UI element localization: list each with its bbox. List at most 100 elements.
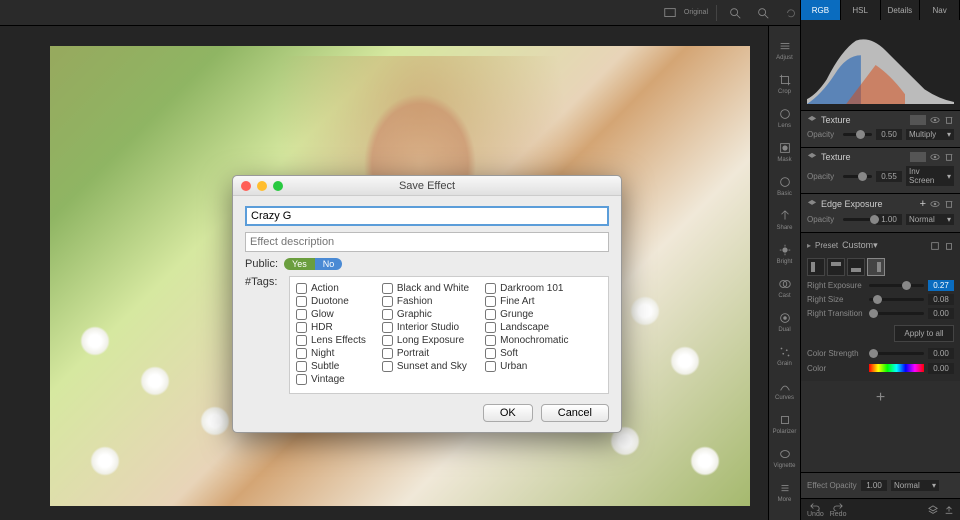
tag-checkbox[interactable]: HDR: [296, 322, 366, 333]
tag-checkbox[interactable]: Graphic: [382, 309, 469, 320]
right-transition-slider[interactable]: [869, 312, 924, 315]
preset-block: ▸ Preset Custom▾ Right Exposure0.27 Righ…: [801, 232, 960, 381]
texture-layer-2: Texture Opacity 0.55 Inv Screen▾: [801, 147, 960, 193]
edge-exposure-layer: Edge Exposure + Opacity 1.00 Normal▾: [801, 193, 960, 232]
trash-icon[interactable]: [944, 152, 954, 162]
edge-right[interactable]: [867, 258, 885, 276]
rail-vignette[interactable]: Vignette: [771, 442, 799, 474]
rail-basic[interactable]: Basic: [771, 170, 799, 202]
texture-thumb[interactable]: [910, 152, 926, 162]
blend-select[interactable]: Normal▾: [906, 214, 954, 225]
tag-checkbox[interactable]: Portrait: [382, 348, 469, 359]
eye-icon[interactable]: [930, 152, 940, 162]
color-strength-slider[interactable]: [869, 352, 924, 355]
rail-crop[interactable]: Crop: [771, 68, 799, 100]
apply-all-button[interactable]: Apply to all: [894, 325, 954, 342]
tag-checkbox[interactable]: Subtle: [296, 361, 366, 372]
rail-curves[interactable]: Curves: [771, 374, 799, 406]
panel-tabs: RGB HSL Details Nav: [801, 0, 960, 20]
right-panel: RGB HSL Details Nav Texture Opacity 0.50…: [800, 0, 960, 520]
tag-checkbox[interactable]: Landscape: [485, 322, 568, 333]
tag-checkbox[interactable]: Fine Art: [485, 296, 568, 307]
trash-icon[interactable]: [944, 199, 954, 209]
blend-select[interactable]: Inv Screen▾: [906, 166, 954, 186]
opacity-slider[interactable]: [843, 133, 872, 136]
rail-more[interactable]: More: [771, 476, 799, 508]
public-toggle[interactable]: Yes No: [284, 258, 342, 270]
effect-blend-select[interactable]: Normal▾: [891, 480, 939, 491]
rail-grain[interactable]: Grain: [771, 340, 799, 372]
opacity-slider[interactable]: [843, 218, 872, 221]
edge-top[interactable]: [827, 258, 845, 276]
edge-left[interactable]: [807, 258, 825, 276]
rail-lens[interactable]: Lens: [771, 102, 799, 134]
tag-checkbox[interactable]: Long Exposure: [382, 335, 469, 346]
rail-dual[interactable]: Dual: [771, 306, 799, 338]
tag-checkbox[interactable]: Action: [296, 283, 366, 294]
opacity-slider[interactable]: [843, 175, 872, 178]
add-icon[interactable]: +: [920, 198, 926, 210]
effect-name-input[interactable]: [245, 206, 609, 226]
rail-bright[interactable]: Bright: [771, 238, 799, 270]
tab-hsl[interactable]: HSL: [841, 0, 881, 20]
tool-rail: Adjust Crop Lens Mask Basic Share Bright…: [768, 26, 800, 520]
dialog-title: Save Effect: [233, 180, 621, 192]
undo-button[interactable]: Undo: [807, 501, 824, 518]
trash-icon[interactable]: [944, 241, 954, 251]
cancel-button[interactable]: Cancel: [541, 404, 609, 422]
rail-mask[interactable]: Mask: [771, 136, 799, 168]
tag-checkbox[interactable]: Soft: [485, 348, 568, 359]
layer-title: Texture: [821, 115, 851, 125]
rail-cast[interactable]: Cast: [771, 272, 799, 304]
rail-share[interactable]: Share: [771, 204, 799, 236]
save-effect-dialog: Save Effect Public: Yes No #Tags: Action…: [232, 175, 622, 433]
tag-checkbox[interactable]: Grunge: [485, 309, 568, 320]
layer-title: Edge Exposure: [821, 199, 883, 209]
tag-checkbox[interactable]: Sunset and Sky: [382, 361, 469, 372]
tab-details[interactable]: Details: [881, 0, 921, 20]
right-size-slider[interactable]: [869, 298, 924, 301]
edge-bottom[interactable]: [847, 258, 865, 276]
tag-checkbox[interactable]: Vintage: [296, 374, 366, 385]
edge-side-buttons: [807, 258, 954, 276]
eye-icon[interactable]: [930, 199, 940, 209]
tags-list: Action Duotone Glow HDR Lens Effects Night Sub…: [289, 276, 609, 394]
blend-select[interactable]: Multiply▾: [906, 129, 954, 140]
export-icon[interactable]: [944, 505, 954, 515]
layers-icon: [807, 115, 817, 125]
texture-thumb[interactable]: [910, 115, 926, 125]
tab-nav[interactable]: Nav: [920, 0, 960, 20]
tag-checkbox[interactable]: Fashion: [382, 296, 469, 307]
layers-icon: [807, 152, 817, 162]
preset-select[interactable]: Custom▾: [842, 240, 926, 251]
tag-checkbox[interactable]: Darkroom 101: [485, 283, 568, 294]
tag-checkbox[interactable]: Duotone: [296, 296, 366, 307]
rail-adjust[interactable]: Adjust: [771, 34, 799, 66]
tag-checkbox[interactable]: Monochromatic: [485, 335, 568, 346]
add-effect-button[interactable]: +: [801, 381, 960, 415]
color-slider[interactable]: [869, 362, 924, 374]
right-exposure-slider[interactable]: [869, 284, 924, 287]
reset-button[interactable]: [781, 4, 801, 22]
ok-button[interactable]: OK: [483, 404, 533, 422]
tag-checkbox[interactable]: Black and White: [382, 283, 469, 294]
trash-icon[interactable]: [944, 115, 954, 125]
layers-icon: [807, 199, 817, 209]
eye-icon[interactable]: [930, 115, 940, 125]
rail-polarizer[interactable]: Polarizer: [771, 408, 799, 440]
tag-checkbox[interactable]: Urban: [485, 361, 568, 372]
tag-checkbox[interactable]: Lens Effects: [296, 335, 366, 346]
dialog-titlebar[interactable]: Save Effect: [233, 176, 621, 196]
original-button[interactable]: [660, 4, 680, 22]
save-icon[interactable]: [930, 241, 940, 251]
tag-checkbox[interactable]: Interior Studio: [382, 322, 469, 333]
tab-rgb[interactable]: RGB: [801, 0, 841, 20]
effect-description-input[interactable]: [245, 232, 609, 252]
layers-toggle-icon[interactable]: [928, 505, 938, 515]
original-label: Original: [684, 9, 708, 16]
redo-button[interactable]: Redo: [830, 501, 847, 518]
tag-checkbox[interactable]: Glow: [296, 309, 366, 320]
zoom-in-button[interactable]: [725, 4, 745, 22]
tag-checkbox[interactable]: Night: [296, 348, 366, 359]
zoom-out-button[interactable]: [753, 4, 773, 22]
